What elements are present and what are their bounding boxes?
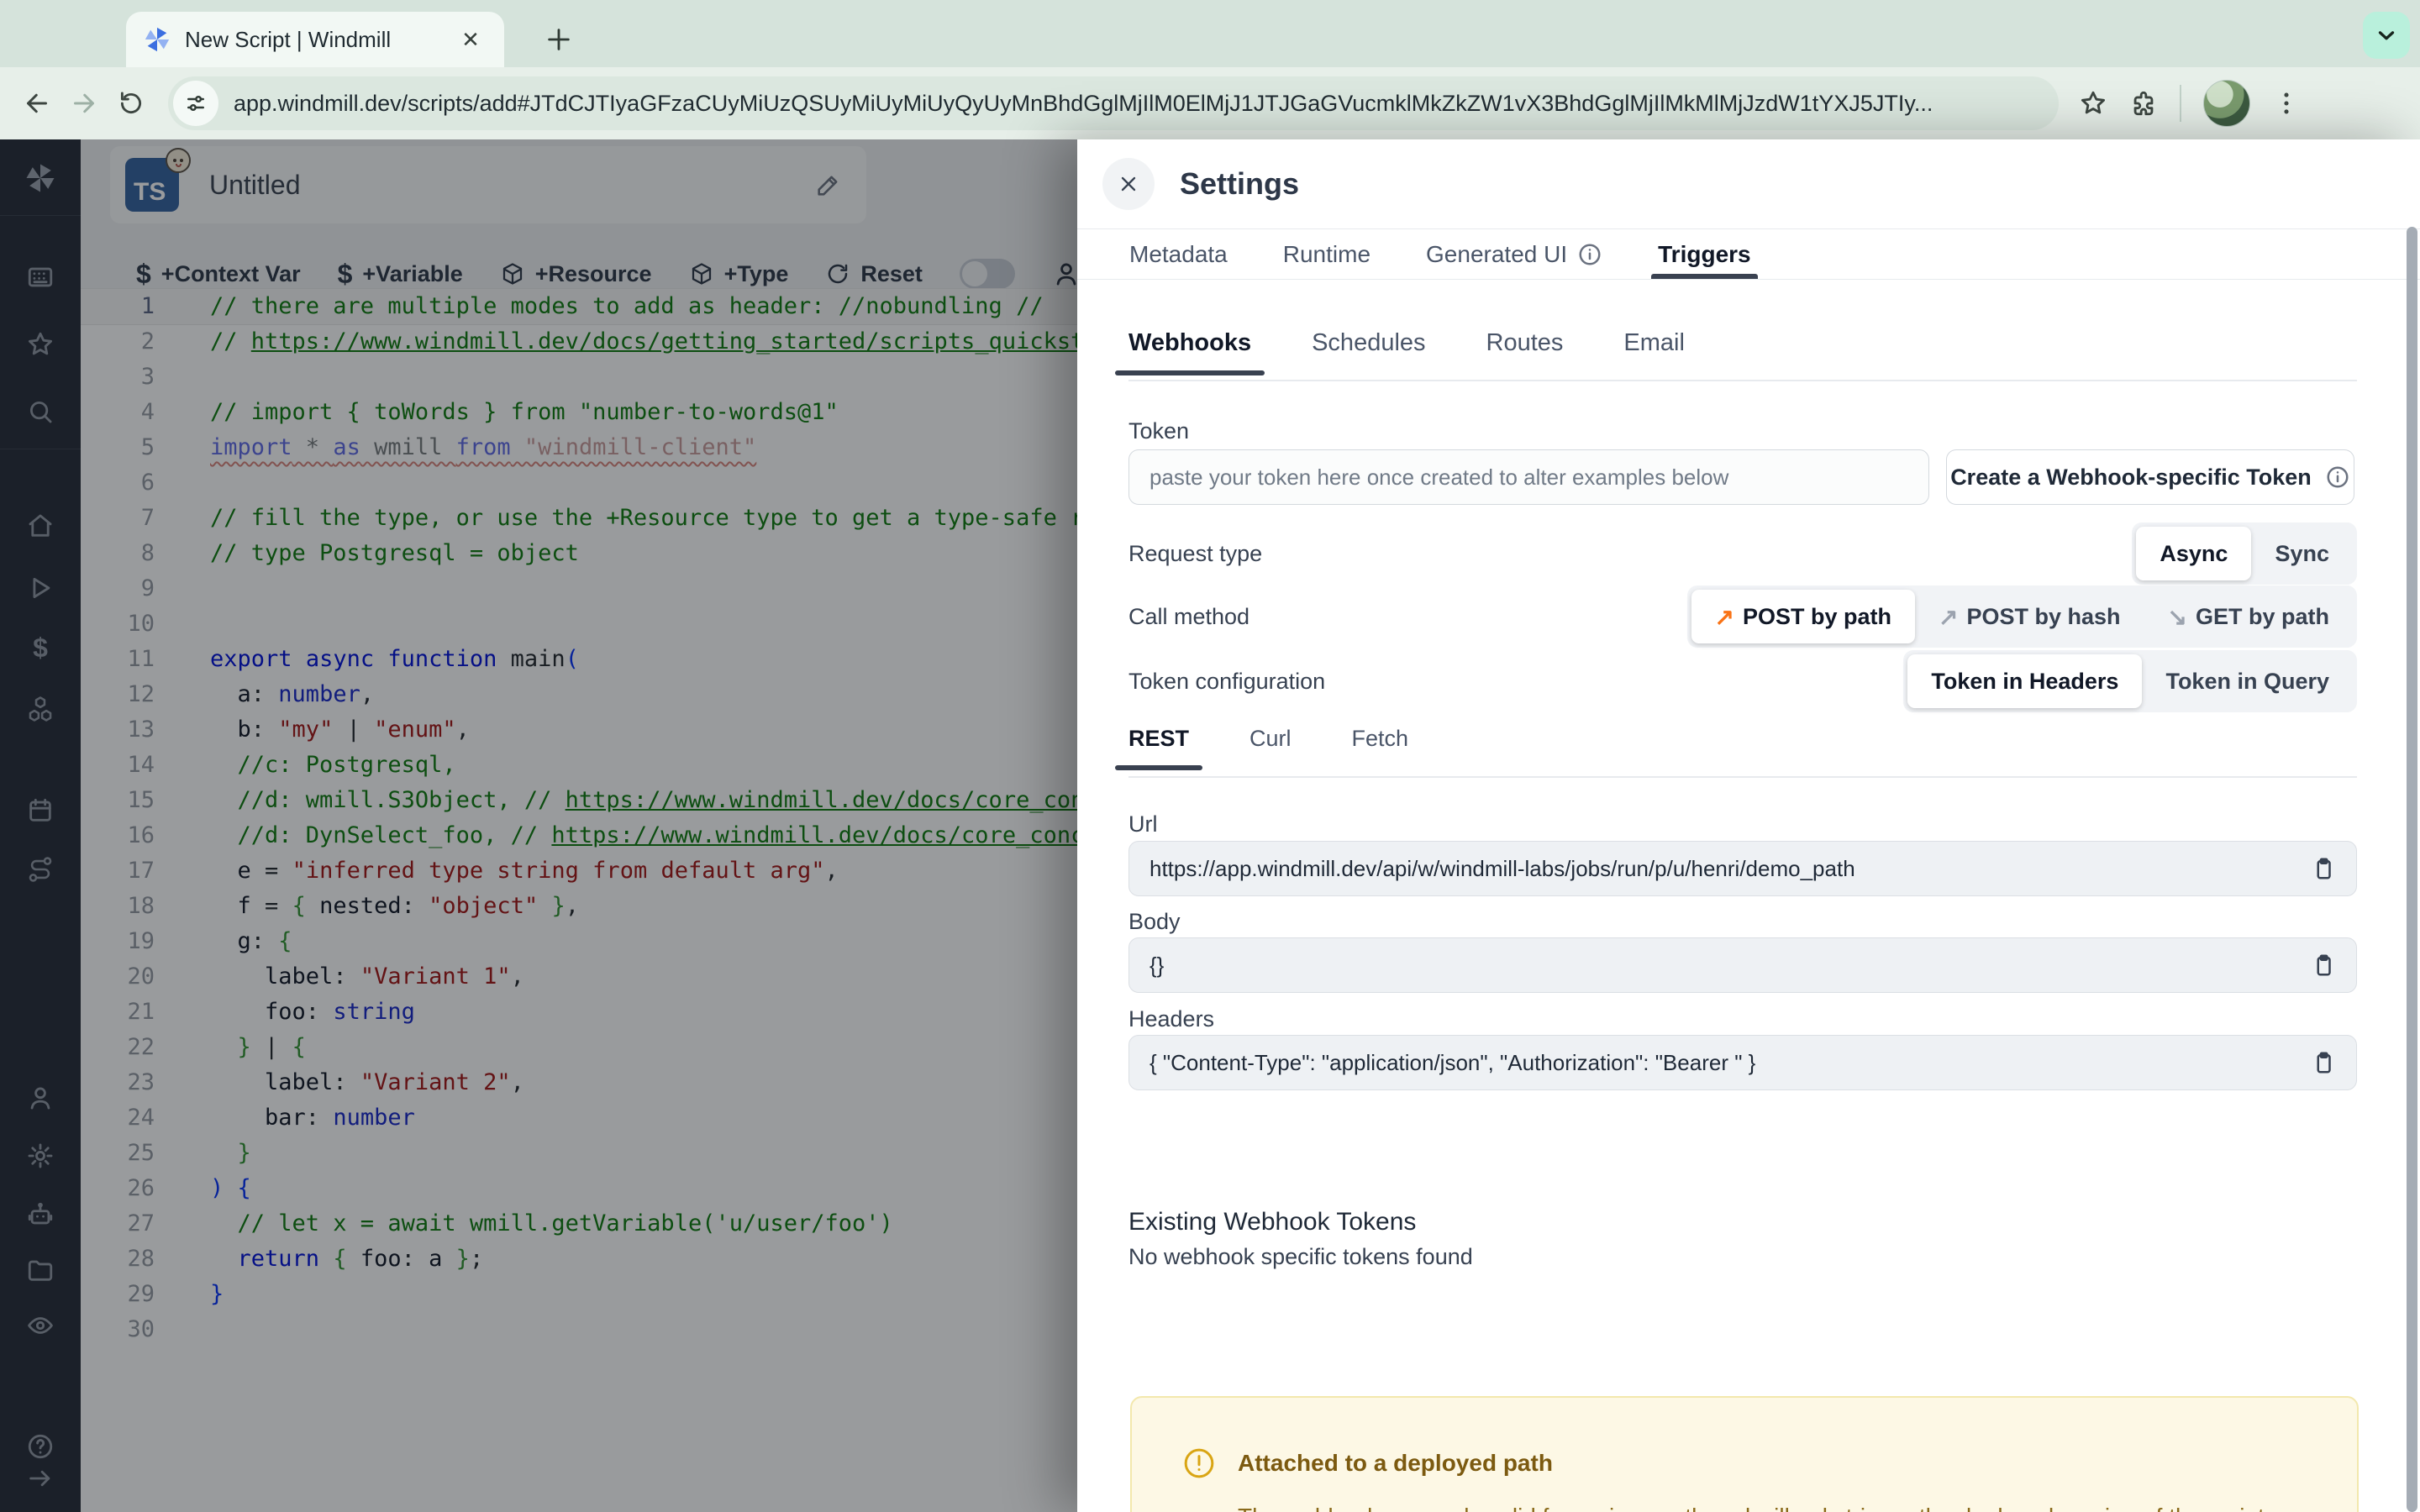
snippet-tab-fetch[interactable]: Fetch: [1352, 726, 1409, 769]
url-text: app.windmill.dev/scripts/add#JTdCJTIyaGF…: [234, 90, 1933, 116]
token-input[interactable]: paste your token here once created to al…: [1128, 449, 1929, 505]
browser-tab[interactable]: New Script | Windmill ✕: [126, 12, 504, 67]
headers-field[interactable]: { "Content-Type": "application/json", "A…: [1128, 1035, 2357, 1090]
tab-close-icon[interactable]: ✕: [454, 23, 487, 56]
drawer-scrollbar[interactable]: [2407, 227, 2417, 1512]
tab-title: New Script | Windmill: [185, 26, 392, 52]
token-configuration-toggle: Token in Headers Token in Query: [1903, 650, 2357, 712]
windmill-app-window: New Script | Windmill ✕ app.windmill.dev…: [0, 0, 2420, 1512]
browser-menu-icon[interactable]: [2272, 89, 2301, 118]
settings-tabs: Metadata Runtime Generated UI Triggers: [1077, 228, 2420, 280]
tab-search-chevron-button[interactable]: [2363, 12, 2410, 59]
existing-webhook-tokens-title: Existing Webhook Tokens: [1128, 1208, 1417, 1236]
tab-runtime[interactable]: Runtime: [1283, 229, 1370, 279]
snippet-tabs: REST Curl Fetch: [1114, 726, 2357, 778]
request-type-label: Request type: [1128, 541, 1263, 566]
snippet-tab-curl[interactable]: Curl: [1249, 726, 1292, 769]
site-settings-icon[interactable]: [173, 81, 218, 126]
arrow-icon: ↘: [2167, 603, 2187, 630]
page-content: $ TS Untitled $ +Context Var $ +Variable +Re…: [0, 139, 2420, 1512]
token-configuration-label: Token configuration: [1128, 669, 1326, 694]
body-field[interactable]: {}: [1128, 937, 2357, 993]
call-method-label: Call method: [1128, 604, 1250, 629]
browser-toolbar: app.windmill.dev/scripts/add#JTdCJTIyaGF…: [0, 67, 2420, 139]
windmill-favicon-icon: [143, 25, 171, 54]
toolbar-divider: [2180, 85, 2181, 122]
trigger-tab-email[interactable]: Email: [1623, 329, 1685, 374]
url-label: Url: [1128, 811, 1158, 837]
reload-button[interactable]: [108, 80, 155, 127]
arrow-icon: ↗: [1939, 603, 1959, 630]
create-webhook-token-button[interactable]: Create a Webhook-specific Token: [1946, 449, 2354, 505]
copy-clipboard-icon[interactable]: [2311, 953, 2336, 978]
deployed-path-warning: Attached to a deployed path The webhooks…: [1130, 1396, 2359, 1512]
tokencfg-option-token-in-query[interactable]: Token in Query: [2142, 654, 2353, 708]
drawer-backdrop[interactable]: [0, 139, 1077, 1512]
info-icon: [1577, 242, 1602, 267]
warning-text: The webhooks are only valid for a given …: [1238, 1504, 2323, 1512]
request-type-toggle: Async Sync: [2132, 522, 2357, 585]
forward-button[interactable]: [60, 80, 108, 127]
copy-clipboard-icon[interactable]: [2311, 856, 2336, 881]
tab-generated-ui[interactable]: Generated UI: [1426, 229, 1602, 279]
drawer-header: Settings: [1077, 139, 2420, 228]
trigger-tab-webhooks[interactable]: Webhooks: [1114, 329, 1265, 375]
extensions-puzzle-icon[interactable]: [2129, 89, 2158, 118]
headers-label: Headers: [1128, 1006, 1215, 1032]
trigger-tabs: Webhooks Schedules Routes Email: [1114, 329, 2357, 381]
settings-drawer: Settings Metadata Runtime Generated UI Trig…: [1077, 139, 2420, 1512]
request-option-sync[interactable]: Sync: [2251, 527, 2353, 580]
address-bar[interactable]: app.windmill.dev/scripts/add#JTdCJTIyaGF…: [168, 76, 2059, 130]
snippet-tab-rest[interactable]: REST: [1114, 726, 1203, 770]
call-option-get-by-path[interactable]: ↘ GET by path: [2144, 590, 2353, 643]
trigger-tab-schedules[interactable]: Schedules: [1312, 329, 1425, 374]
browser-actions: [2079, 80, 2319, 127]
new-tab-button[interactable]: [538, 18, 580, 60]
browser-tab-strip: New Script | Windmill ✕: [0, 0, 2420, 67]
existing-webhook-tokens-empty: No webhook specific tokens found: [1128, 1244, 1473, 1269]
profile-avatar[interactable]: [2203, 80, 2250, 127]
arrow-icon: ↗: [1714, 603, 1734, 630]
call-option-post-by-path[interactable]: ↗ POST by path: [1691, 590, 1915, 643]
browser-chrome: New Script | Windmill ✕ app.windmill.dev…: [0, 0, 2420, 139]
copy-clipboard-icon[interactable]: [2311, 1050, 2336, 1075]
close-drawer-button[interactable]: [1102, 158, 1155, 210]
tab-metadata[interactable]: Metadata: [1129, 229, 1228, 279]
tab-triggers[interactable]: Triggers: [1651, 229, 1759, 279]
warning-icon: [1182, 1446, 1216, 1480]
warning-title: Attached to a deployed path: [1238, 1450, 1553, 1476]
trigger-tab-routes[interactable]: Routes: [1486, 329, 1564, 374]
bookmark-star-icon[interactable]: [2079, 89, 2107, 118]
tokencfg-option-token-in-headers[interactable]: Token in Headers: [1907, 654, 2143, 708]
back-button[interactable]: [13, 80, 60, 127]
create-webhook-token-label: Create a Webhook-specific Token: [1950, 464, 2312, 490]
token-label: Token: [1128, 418, 1190, 444]
call-option-post-by-hash[interactable]: ↗ POST by hash: [1915, 590, 2144, 643]
info-icon: [2325, 465, 2350, 490]
call-method-toggle: ↗ POST by path ↗ POST by hash ↘ GET by path: [1686, 585, 2357, 648]
token-placeholder: paste your token here once created to al…: [1150, 464, 1729, 490]
url-field[interactable]: https://app.windmill.dev/api/w/windmill-…: [1128, 841, 2357, 896]
request-option-async[interactable]: Async: [2136, 527, 2252, 580]
body-label: Body: [1128, 909, 1181, 934]
drawer-title: Settings: [1180, 166, 1300, 201]
